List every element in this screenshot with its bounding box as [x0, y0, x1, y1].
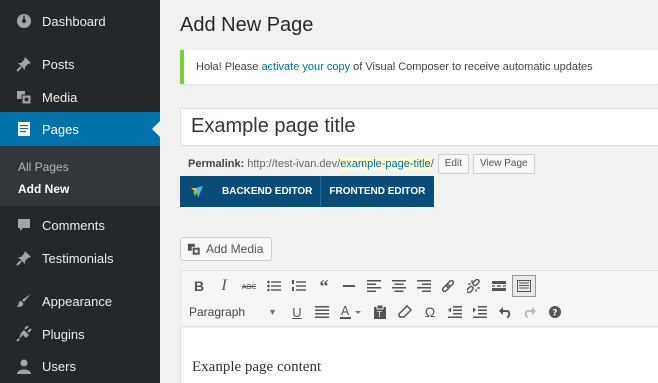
- view-page-button[interactable]: View Page: [472, 154, 535, 174]
- submenu-all-pages[interactable]: All Pages: [18, 160, 69, 174]
- brush-icon: [16, 293, 32, 309]
- numbered-list-icon[interactable]: [287, 275, 311, 297]
- help-icon[interactable]: ?: [543, 301, 567, 323]
- submenu-add-new[interactable]: Add New: [18, 182, 69, 196]
- blockquote-icon[interactable]: “: [312, 275, 336, 297]
- text-color-icon[interactable]: A: [335, 301, 367, 323]
- align-center-icon[interactable]: [387, 275, 411, 297]
- undo-icon[interactable]: [493, 301, 517, 323]
- page-title-input[interactable]: Example page title: [180, 108, 658, 146]
- svg-text:A: A: [341, 305, 350, 318]
- activate-copy-link[interactable]: activate your copy: [261, 61, 350, 73]
- bold-icon[interactable]: B: [187, 275, 211, 297]
- insert-link-icon[interactable]: [437, 275, 461, 297]
- sidebar-item-label: Comments: [42, 217, 105, 233]
- align-right-icon[interactable]: [412, 275, 436, 297]
- editor-content-area[interactable]: Exanple page content: [180, 328, 658, 383]
- underline-icon[interactable]: U: [285, 301, 309, 323]
- sidebar-item-label: Appearance: [42, 293, 113, 309]
- sidebar-item-posts[interactable]: Posts: [0, 47, 160, 81]
- toolbar-row-2: Paragraph ▼ U A T Ω ?: [187, 301, 568, 323]
- pin-icon: [16, 250, 32, 266]
- align-left-icon[interactable]: [362, 275, 386, 297]
- pin-icon: [16, 56, 32, 72]
- backend-editor-button[interactable]: BACKEND EDITOR: [214, 176, 322, 207]
- sidebar-item-testimonials[interactable]: Testimonials: [0, 241, 160, 275]
- paste-as-text-icon[interactable]: T: [368, 301, 392, 323]
- sidebar-item-label: Pages: [42, 121, 79, 137]
- svg-text:?: ?: [552, 309, 557, 319]
- permalink-label: Permalink:: [188, 158, 245, 170]
- pages-icon: [16, 121, 32, 137]
- clear-formatting-icon[interactable]: [393, 301, 417, 323]
- sidebar-item-label: Posts: [42, 56, 75, 72]
- dashboard-icon: [16, 13, 32, 29]
- media-icon: [16, 89, 32, 105]
- sidebar-item-dashboard[interactable]: Dashboard: [0, 4, 160, 38]
- justify-icon[interactable]: [310, 301, 334, 323]
- editor-content-text: Exanple page content: [192, 359, 322, 375]
- format-select[interactable]: Paragraph ▼: [187, 301, 281, 323]
- permalink-trail: /: [430, 158, 434, 170]
- svg-text:T: T: [376, 310, 382, 319]
- add-media-label: Add Media: [206, 242, 264, 256]
- sidebar-item-pages[interactable]: Pages: [0, 112, 160, 146]
- page-title: Add New Page: [180, 14, 314, 36]
- main-content: Add New Page Hola! Please activate your …: [160, 0, 658, 383]
- plug-icon: [16, 326, 32, 342]
- admin-sidebar: Dashboard Posts Media Pages All Pages Ad…: [0, 0, 160, 383]
- media-icon: [187, 242, 201, 256]
- permalink-row: Permalink: http://test-ivan.dev/example-…: [188, 154, 535, 174]
- sidebar-item-media[interactable]: Media: [0, 80, 160, 114]
- comment-icon: [16, 217, 32, 233]
- sidebar-item-label: Plugins: [42, 326, 85, 342]
- sidebar-item-comments[interactable]: Comments: [0, 208, 160, 242]
- strikethrough-icon[interactable]: ABC: [237, 275, 261, 297]
- vc-activation-notice: Hola! Please activate your copy of Visua…: [180, 50, 658, 84]
- visual-composer-logo-icon: [180, 176, 214, 207]
- editor-toolbar: B I ABC “: [180, 270, 658, 327]
- sidebar-item-label: Dashboard: [42, 13, 106, 29]
- visual-composer-bar: BACKEND EDITOR FRONTEND EDITOR: [180, 176, 434, 207]
- redo-icon[interactable]: [518, 301, 542, 323]
- horizontal-rule-icon[interactable]: [337, 275, 361, 297]
- chevron-down-icon: ▼: [268, 307, 277, 317]
- sidebar-item-label: Testimonials: [42, 250, 114, 266]
- sidebar-item-appearance[interactable]: Appearance: [0, 284, 160, 318]
- special-character-icon[interactable]: Ω: [418, 301, 442, 323]
- notice-text-prefix: Hola! Please: [196, 61, 262, 73]
- sidebar-item-plugins[interactable]: Plugins: [0, 317, 160, 351]
- frontend-editor-button[interactable]: FRONTEND EDITOR: [321, 176, 433, 207]
- user-icon: [16, 358, 32, 374]
- increase-indent-icon[interactable]: [468, 301, 492, 323]
- format-select-value: Paragraph: [189, 305, 246, 319]
- read-more-icon[interactable]: [487, 275, 511, 297]
- permalink-slug[interactable]: example-page-title: [340, 158, 431, 170]
- sidebar-item-label: Users: [42, 358, 76, 374]
- sidebar-item-label: Media: [42, 89, 78, 105]
- toolbar-toggle-icon[interactable]: [512, 275, 536, 297]
- decrease-indent-icon[interactable]: [443, 301, 467, 323]
- sidebar-item-users[interactable]: Users: [0, 349, 160, 383]
- pages-submenu: All Pages Add New: [0, 146, 160, 206]
- add-media-button[interactable]: Add Media: [180, 237, 273, 261]
- permalink-edit-button[interactable]: Edit: [437, 154, 469, 174]
- remove-link-icon[interactable]: [462, 275, 486, 297]
- notice-text-suffix: of Visual Composer to receive automatic …: [350, 61, 593, 73]
- permalink-base-url: http://test-ivan.dev/: [247, 158, 341, 170]
- italic-icon[interactable]: I: [212, 275, 236, 297]
- toolbar-row-1: B I ABC “: [187, 275, 537, 297]
- bullet-list-icon[interactable]: [262, 275, 286, 297]
